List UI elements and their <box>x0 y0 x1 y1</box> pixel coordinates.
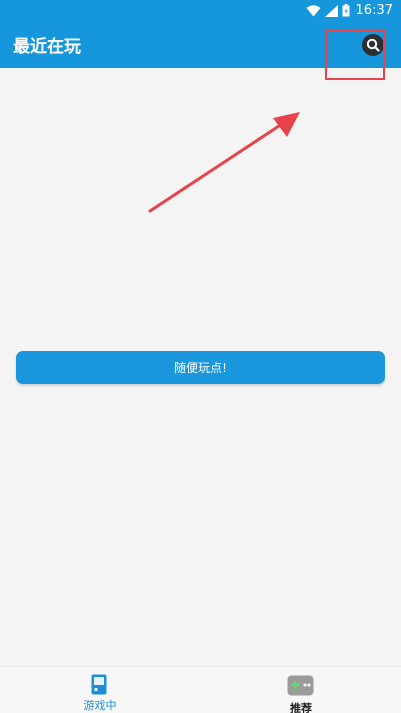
tab-recommend-label: 推荐 <box>290 702 312 713</box>
status-time: 16:37 <box>355 3 393 18</box>
random-play-button[interactable]: 随便玩点! <box>16 351 385 384</box>
tab-playing-label: 游戏中 <box>83 699 117 712</box>
gamepad-icon <box>287 675 314 696</box>
page-title: 最近在玩 <box>13 37 81 57</box>
tab-playing[interactable]: 游戏中 <box>0 667 200 713</box>
search-highlight-box <box>325 29 385 80</box>
bottom-nav: 游戏中 推荐 <box>0 666 401 713</box>
handheld-console-icon <box>91 674 107 695</box>
wifi-icon <box>306 4 321 16</box>
tab-recommend[interactable]: 推荐 <box>201 667 401 713</box>
random-play-label: 随便玩点! <box>174 361 227 375</box>
battery-icon <box>342 4 350 17</box>
annotation-arrow <box>148 112 300 213</box>
status-bar: 16:37 <box>0 0 401 21</box>
signal-icon <box>324 4 338 17</box>
